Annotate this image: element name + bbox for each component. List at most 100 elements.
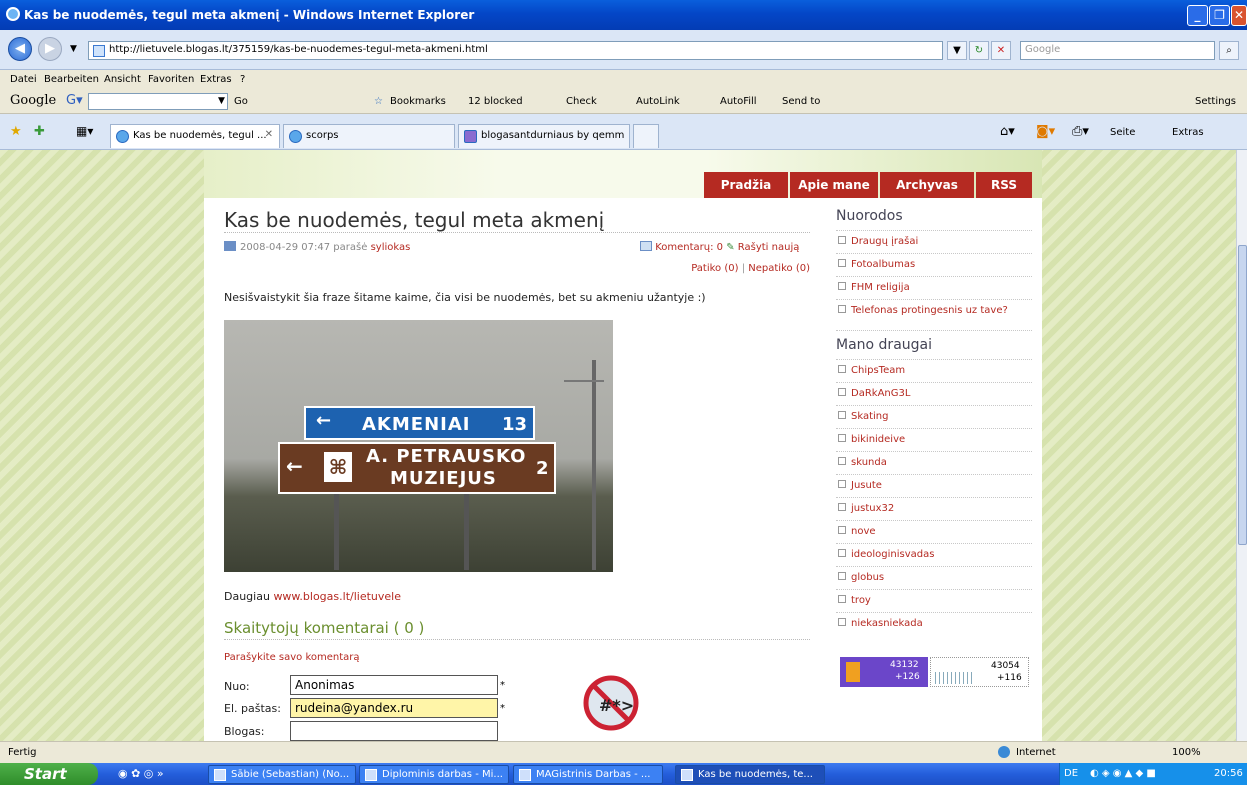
like-link[interactable]: Patiko (0) [691, 263, 738, 274]
comments-count-link[interactable]: Komentarų: 0 [655, 242, 723, 253]
google-go-button[interactable]: Go [234, 96, 248, 107]
post-author-link[interactable]: syliokas [371, 242, 411, 253]
sidebar-link[interactable]: Fotoalbumas [836, 253, 1032, 276]
friend-link[interactable]: bikinideive [836, 428, 1032, 451]
taskbar: Start ◉ ✿ ◎ » Sābie (Sebastian) (No... D… [0, 763, 1247, 785]
nav-pradzia[interactable]: Pradžia [704, 172, 788, 198]
friend-link[interactable]: Jusute [836, 474, 1032, 497]
friend-link[interactable]: globus [836, 566, 1032, 589]
close-button[interactable]: ✕ [1231, 5, 1247, 26]
home-icon[interactable]: ⌂▾ [1000, 124, 1015, 139]
friend-link[interactable]: skunda [836, 451, 1032, 474]
sendto-button[interactable]: Send to [782, 96, 820, 107]
write-new-link[interactable]: Rašyti naują [738, 242, 800, 253]
bookmarks-button[interactable]: Bookmarks [390, 96, 446, 107]
status-text: Fertig [8, 747, 37, 758]
menu-extras[interactable]: Extras [200, 74, 232, 85]
forward-button[interactable]: ▶ [38, 37, 62, 61]
menu-bearbeiten[interactable]: Bearbeiten [44, 74, 99, 85]
quick-tabs-icon[interactable]: ▦▾ [76, 124, 93, 138]
sidebar-link[interactable]: FHM religija [836, 276, 1032, 299]
back-button[interactable]: ◀ [8, 37, 32, 61]
history-dropdown-icon[interactable]: ▼ [70, 44, 77, 54]
settings-button[interactable]: Settings [1195, 96, 1236, 107]
no-spam-icon: #*> [583, 675, 639, 731]
start-button[interactable]: Start [0, 763, 98, 785]
friend-link[interactable]: justux32 [836, 497, 1032, 520]
friend-link[interactable]: ideologinisvadas [836, 543, 1032, 566]
google-search-input[interactable] [88, 93, 228, 110]
visit-counter-graph[interactable]: 43054 +116 [930, 657, 1029, 687]
friend-link[interactable]: nove [836, 520, 1032, 543]
favorites-star-icon[interactable]: ★ [10, 124, 22, 139]
popup-blocker-button[interactable]: 12 blocked [468, 96, 523, 107]
link-icon [838, 388, 846, 396]
sidebar: Nuorodos Draugų įrašai Fotoalbumas FHM r… [836, 208, 1032, 635]
friend-link[interactable]: troy [836, 589, 1032, 612]
seite-menu[interactable]: Seite [1110, 127, 1135, 138]
minimize-button[interactable]: _ [1187, 5, 1208, 26]
dislike-link[interactable]: Nepatiko (0) [748, 263, 810, 274]
post-meta: 2008-04-29 07:47 parašė syliokas [224, 241, 410, 253]
stop-button[interactable]: ✕ [991, 41, 1011, 60]
sidebar-link[interactable]: Draugų įrašai [836, 230, 1032, 253]
google-dropdown-icon[interactable]: ▼ [218, 96, 225, 106]
sign-akmeniai: ← AKMENIAI 13 [304, 406, 535, 440]
visit-counter[interactable]: 43132 +126 [840, 657, 928, 687]
extras-menu[interactable]: Extras [1172, 127, 1204, 138]
divider [224, 639, 810, 640]
scroll-thumb[interactable] [1238, 245, 1247, 545]
friend-link[interactable]: Skating [836, 405, 1032, 428]
task-diplominis[interactable]: Diplominis darbas - Mi... [359, 765, 509, 784]
vertical-scrollbar[interactable] [1236, 150, 1247, 741]
nav-apie-mane[interactable]: Apie mane [790, 172, 878, 198]
search-input[interactable]: Google [1020, 41, 1215, 60]
more-link[interactable]: www.blogas.lt/lietuvele [273, 590, 401, 603]
tray-icons[interactable]: ◐ ◈ ◉ ▲ ◆ ■ [1090, 768, 1156, 779]
maximize-button[interactable]: ❐ [1209, 5, 1230, 26]
post-title[interactable]: Kas be nuodemės, tegul meta akmenį [224, 208, 604, 232]
friend-link[interactable]: DaRkAnG3L [836, 382, 1032, 405]
quicklaunch-icons[interactable]: ◉ ✿ ◎ » [118, 767, 164, 780]
language-indicator[interactable]: DE [1064, 768, 1078, 779]
email-field[interactable]: rudeina@yandex.ru [290, 698, 498, 718]
autofill-button[interactable]: AutoFill [720, 96, 757, 107]
menu-help[interactable]: ? [240, 74, 245, 85]
refresh-button[interactable]: ↻ [969, 41, 989, 60]
nav-rss[interactable]: RSS [976, 172, 1032, 198]
rss-icon[interactable]: ◙▾ [1036, 124, 1055, 139]
zoom-level[interactable]: 100% [1172, 747, 1201, 758]
autolink-button[interactable]: AutoLink [636, 96, 680, 107]
friend-link[interactable]: niekasniekada [836, 612, 1032, 635]
blog-field[interactable] [290, 721, 498, 741]
print-icon[interactable]: ⎙▾ [1072, 124, 1089, 139]
add-favorites-icon[interactable]: ✚ [34, 124, 45, 139]
task-ie-active[interactable]: Kas be nuodemės, te... [675, 765, 825, 784]
counter-total: 43132 [890, 660, 919, 670]
sign1-text: AKMENIAI [362, 414, 471, 435]
menu-ansicht[interactable]: Ansicht [104, 74, 141, 85]
friend-link[interactable]: ChipsTeam [836, 359, 1032, 382]
sidebar-link[interactable]: Telefonas protingesnis uz tave? [836, 299, 1032, 322]
search-icon[interactable]: ⌕ [1219, 41, 1239, 60]
tab-scorps[interactable]: scorps [283, 124, 455, 148]
required-mark: * [500, 703, 505, 714]
task-magistrinis[interactable]: MAGistrinis Darbas - ... [513, 765, 663, 784]
svg-text:#*>: #*> [599, 696, 634, 715]
nav-archyvas[interactable]: Archyvas [880, 172, 974, 198]
window-title: Kas be nuodemės, tegul meta akmenį - Win… [24, 8, 475, 22]
tab-blogasantdurniaus[interactable]: blogasantdurniaus by qemm [458, 124, 630, 148]
address-dropdown-button[interactable]: ▼ [947, 41, 967, 60]
spellcheck-button[interactable]: Check [566, 96, 597, 107]
menu-datei[interactable]: Datei [10, 74, 37, 85]
tab-close-icon[interactable]: ✕ [265, 129, 273, 140]
page-viewport: Pradžia Apie mane Archyvas RSS Kas be nu… [0, 150, 1236, 741]
google-g-icon[interactable]: G▾ [66, 93, 83, 108]
tab-current[interactable]: Kas be nuodemės, tegul ... ✕ [110, 124, 280, 148]
task-sabie[interactable]: Sābie (Sebastian) (No... [208, 765, 356, 784]
new-tab-button[interactable] [633, 124, 659, 148]
address-input[interactable]: http://lietuvele.blogas.lt/375159/kas-be… [88, 41, 943, 60]
write-comment-link[interactable]: Parašykite savo komentarą [224, 652, 360, 663]
menu-favoriten[interactable]: Favoriten [148, 74, 194, 85]
from-field[interactable]: Anonimas [290, 675, 498, 695]
